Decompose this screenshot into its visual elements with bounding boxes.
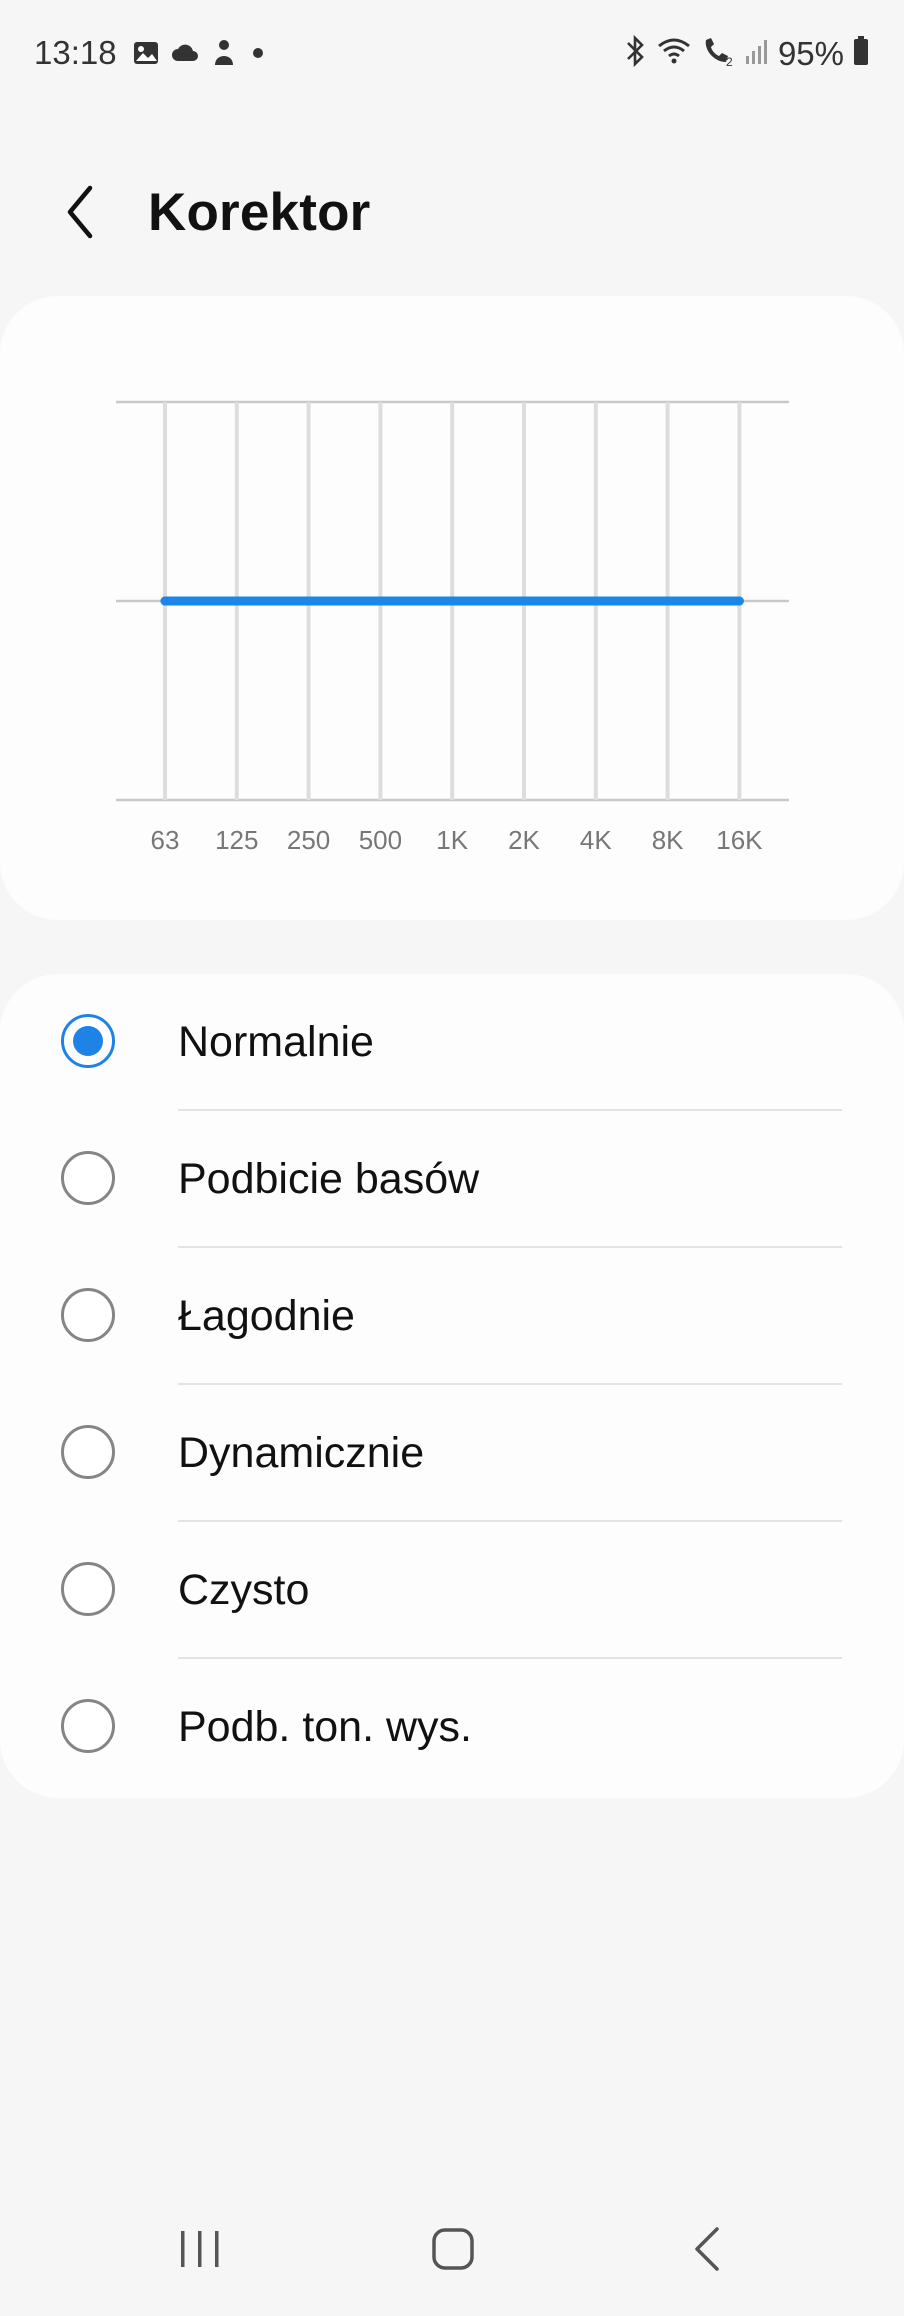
freq-label-2K: 2K (508, 825, 540, 855)
freq-label-16K: 16K (716, 825, 763, 855)
preset-label: Czysto (178, 1566, 310, 1614)
equalizer-chart: 63 125 250 500 1K 2K 4K 8K 16K (116, 400, 789, 855)
freq-label-125: 125 (215, 825, 258, 855)
freq-label-8K: 8K (652, 825, 684, 855)
preset-option-normal[interactable]: Normalnie (0, 974, 904, 1111)
freq-label-500: 500 (359, 825, 402, 855)
navigation-bar (0, 2196, 904, 2316)
svg-text:2: 2 (726, 55, 733, 68)
recents-button[interactable] (155, 2216, 245, 2286)
cloud-icon (170, 39, 200, 67)
radio-button[interactable] (61, 1562, 115, 1616)
preset-label: Dynamicznie (178, 1429, 425, 1477)
eq-point-2K[interactable] (519, 596, 529, 606)
radio-button[interactable] (61, 1014, 115, 1068)
radio-button[interactable] (61, 1425, 115, 1479)
equalizer-chart-card: 63 125 250 500 1K 2K 4K 8K 16K (0, 296, 904, 920)
preset-label: Podbicie basów (178, 1155, 480, 1203)
back-button[interactable] (50, 182, 114, 246)
radio-button[interactable] (61, 1151, 115, 1205)
preset-option-clear[interactable]: Czysto (0, 1522, 904, 1659)
eq-point-63[interactable] (160, 596, 170, 606)
eq-point-1K[interactable] (447, 596, 457, 606)
wifi-icon (656, 34, 692, 73)
home-button[interactable] (408, 2216, 498, 2286)
page-title: Korektor (148, 183, 371, 242)
status-time: 13:18 (34, 34, 117, 71)
eq-point-8K[interactable] (663, 596, 673, 606)
eq-point-500[interactable] (375, 596, 385, 606)
back-icon (689, 2225, 725, 2278)
preset-list: Normalnie Podbicie basów Łagodnie Dynami… (0, 974, 904, 1798)
status-bar: 13:18 2 95% (0, 0, 904, 104)
bluetooth-icon (622, 34, 648, 73)
freq-label-1K: 1K (436, 825, 468, 855)
battery-percentage: 95% (777, 34, 844, 72)
signal-icon (744, 34, 770, 73)
eq-point-16K[interactable] (734, 596, 744, 606)
eq-point-250[interactable] (304, 596, 314, 606)
freq-label-250: 250 (287, 825, 330, 855)
preset-option-bass-boost[interactable]: Podbicie basów (0, 1111, 904, 1248)
preset-label: Podb. ton. wys. (178, 1703, 472, 1751)
nav-back-button[interactable] (662, 2216, 752, 2286)
gallery-icon (132, 39, 160, 67)
wifi-calling-icon: 2 (700, 34, 736, 73)
dot-icon (248, 39, 268, 67)
person-icon (210, 38, 238, 68)
home-icon (430, 2226, 476, 2277)
radio-button[interactable] (61, 1699, 115, 1753)
recents-icon (175, 2227, 225, 2276)
preset-option-dynamic[interactable]: Dynamicznie (0, 1385, 904, 1522)
preset-option-soft[interactable]: Łagodnie (0, 1248, 904, 1385)
header: Korektor (0, 168, 904, 258)
preset-label: Normalnie (178, 1018, 374, 1066)
chevron-left-icon (62, 184, 102, 245)
eq-point-125[interactable] (232, 596, 242, 606)
eq-point-4K[interactable] (591, 596, 601, 606)
preset-label: Łagodnie (178, 1292, 355, 1340)
freq-label-63: 63 (151, 825, 180, 855)
preset-option-treble-boost[interactable]: Podb. ton. wys. (0, 1659, 904, 1796)
freq-label-4K: 4K (580, 825, 612, 855)
radio-button[interactable] (61, 1288, 115, 1342)
battery-icon (852, 34, 870, 73)
